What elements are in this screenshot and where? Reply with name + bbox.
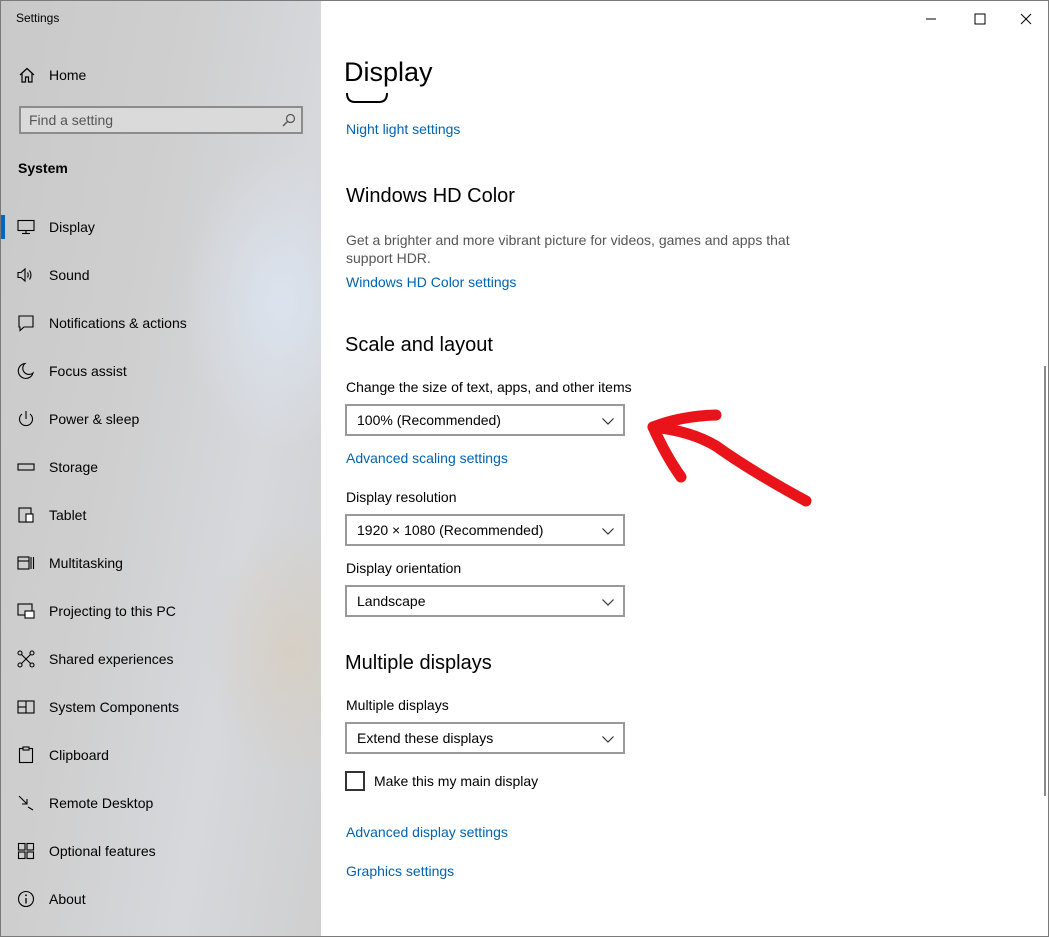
share-icon (17, 650, 35, 668)
search-input[interactable] (29, 111, 269, 129)
remote-desktop-icon (18, 795, 34, 811)
sidebar-item-tablet[interactable]: Tablet (1, 491, 321, 539)
advanced-scaling-link[interactable]: Advanced scaling settings (346, 450, 508, 466)
sidebar-item-label: Clipboard (49, 747, 109, 763)
search-icon[interactable] (281, 112, 297, 128)
sidebar-item-label: Projecting to this PC (49, 603, 176, 619)
sidebar-section-title: System (18, 160, 68, 176)
chevron-down-icon (602, 528, 614, 535)
page-title: Display (344, 57, 433, 87)
orientation-value: Landscape (357, 593, 426, 609)
minimize-icon[interactable] (919, 7, 943, 31)
night-light-settings-link[interactable]: Night light settings (346, 121, 460, 137)
resolution-label: Display resolution (346, 489, 457, 505)
maximize-icon[interactable] (968, 7, 992, 31)
multiple-displays-heading: Multiple displays (345, 652, 492, 674)
multiple-displays-dropdown[interactable]: Extend these displays (345, 722, 625, 754)
sidebar-item-sound[interactable]: Sound (1, 251, 321, 299)
main-content: Display Night light settings Windows HD … (321, 1, 1048, 936)
sidebar-item-label: Notifications & actions (49, 315, 187, 331)
sidebar-item-projecting[interactable]: Projecting to this PC (1, 587, 321, 635)
settings-window: Settings Home System Display (0, 0, 1049, 937)
sidebar-item-label: Shared experiences (49, 651, 174, 667)
tablet-icon (18, 507, 34, 523)
moon-icon (17, 362, 35, 379)
projecting-icon (17, 603, 35, 619)
hd-color-heading: Windows HD Color (346, 185, 515, 207)
home-label: Home (49, 67, 87, 83)
home-icon (19, 67, 35, 83)
chevron-down-icon (602, 599, 614, 606)
sidebar-nav: Display Sound Notifications & actions Fo… (1, 203, 321, 923)
home-nav-item[interactable]: Home (1, 59, 321, 91)
sidebar-item-optional-features[interactable]: Optional features (1, 827, 321, 875)
sidebar-item-label: System Components (49, 699, 179, 715)
scale-value: 100% (Recommended) (357, 412, 501, 428)
scale-label: Change the size of text, apps, and other… (346, 379, 632, 395)
sidebar-item-power-sleep[interactable]: Power & sleep (1, 395, 321, 443)
sidebar-item-label: Storage (49, 459, 99, 475)
clipboard-icon (18, 746, 34, 764)
sidebar-item-storage[interactable]: Storage (1, 443, 321, 491)
scale-layout-heading: Scale and layout (345, 334, 493, 356)
sidebar-item-label: Remote Desktop (49, 795, 154, 811)
chevron-down-icon (602, 418, 614, 425)
info-icon (17, 890, 35, 908)
sidebar-item-label: About (49, 891, 86, 907)
close-icon[interactable] (1014, 7, 1038, 31)
speaker-icon (17, 267, 32, 283)
orientation-label: Display orientation (346, 560, 462, 576)
sidebar-item-label: Sound (49, 267, 90, 283)
sidebar-item-display[interactable]: Display (1, 203, 321, 251)
graphics-settings-link[interactable]: Graphics settings (346, 863, 454, 879)
resolution-value: 1920 × 1080 (Recommended) (357, 522, 544, 538)
resolution-dropdown[interactable]: 1920 × 1080 (Recommended) (345, 514, 625, 546)
hd-color-description: Get a brighter and more vibrant picture … (346, 232, 790, 266)
components-icon (17, 700, 35, 714)
multiple-displays-value: Extend these displays (357, 730, 494, 746)
sidebar-item-label: Display (49, 219, 95, 235)
storage-icon (17, 463, 35, 471)
hd-color-settings-link[interactable]: Windows HD Color settings (346, 274, 516, 290)
sidebar-item-system-components[interactable]: System Components (1, 683, 321, 731)
orientation-dropdown[interactable]: Landscape (345, 585, 625, 617)
sidebar-item-clipboard[interactable]: Clipboard (1, 731, 321, 779)
scale-dropdown[interactable]: 100% (Recommended) (345, 404, 625, 436)
window-title: Settings (16, 11, 60, 25)
sidebar-item-multitasking[interactable]: Multitasking (1, 539, 321, 587)
main-display-checkbox-label: Make this my main display (374, 773, 539, 789)
optional-features-icon (17, 842, 35, 860)
main-display-checkbox[interactable] (345, 771, 365, 791)
sidebar-item-label: Power & sleep (49, 411, 140, 427)
scrollbar-thumb[interactable] (1044, 366, 1046, 796)
sidebar-item-label: Tablet (49, 507, 87, 523)
annotation-arrow-icon (647, 409, 812, 507)
multiple-displays-label: Multiple displays (346, 697, 449, 713)
advanced-display-settings-link[interactable]: Advanced display settings (346, 824, 508, 840)
sidebar-item-shared-experiences[interactable]: Shared experiences (1, 635, 321, 683)
night-light-toggle[interactable] (345, 93, 391, 105)
sidebar-item-focus-assist[interactable]: Focus assist (1, 347, 321, 395)
sidebar-item-notifications[interactable]: Notifications & actions (1, 299, 321, 347)
monitor-icon (17, 219, 35, 235)
search-box[interactable] (19, 106, 303, 134)
sidebar-item-label: Optional features (49, 843, 156, 859)
sidebar-item-remote-desktop[interactable]: Remote Desktop (1, 779, 321, 827)
sidebar: Settings Home System Display (1, 1, 321, 936)
power-icon (18, 411, 34, 427)
sidebar-item-about[interactable]: About (1, 875, 321, 923)
notification-icon (18, 315, 34, 332)
sidebar-item-label: Multitasking (49, 555, 123, 571)
sidebar-item-label: Focus assist (49, 363, 127, 379)
multitasking-icon (17, 556, 35, 570)
chevron-down-icon (602, 736, 614, 743)
